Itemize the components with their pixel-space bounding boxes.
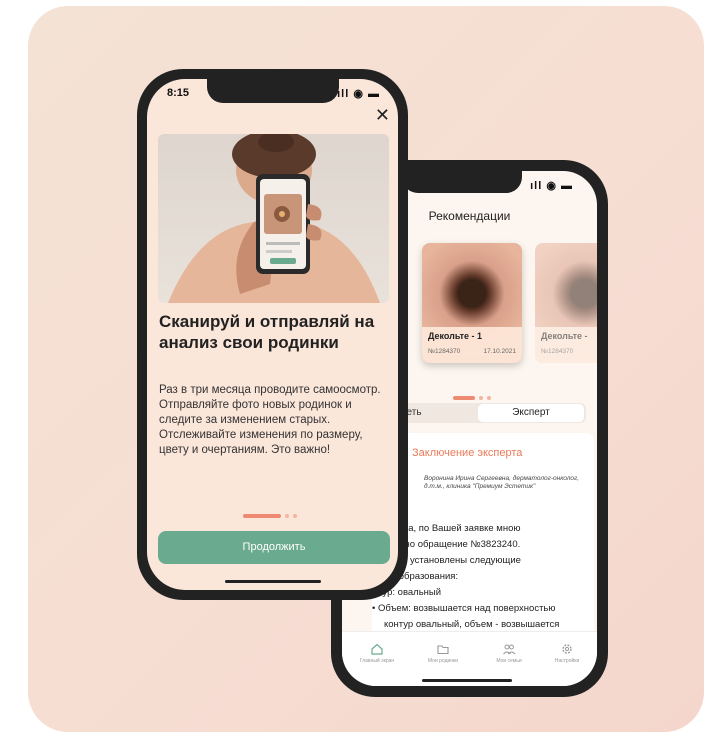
gear-icon — [562, 644, 572, 654]
tab-label: Настройки — [554, 658, 580, 664]
expert-title: Заключение эксперта — [412, 447, 523, 459]
onboarding-description: Раз в три месяца проводите самоосмотр. О… — [159, 384, 381, 456]
status-icons: ıll ◉ ▬ — [337, 88, 380, 100]
notch — [207, 79, 339, 103]
hero-image — [158, 134, 389, 303]
photo-name: Декольте - 1 — [428, 331, 483, 341]
status-icons: ıll ◉ ▬ — [530, 180, 573, 192]
people-icon — [503, 644, 516, 655]
photo-info: Декольте - 1 №1284370 17.10.2021 — [422, 327, 522, 363]
tab-label: Главный экран — [359, 658, 395, 664]
notch — [402, 171, 522, 193]
status-time: 8:15 — [167, 87, 190, 99]
tab-home[interactable]: Главный экран — [352, 642, 402, 664]
page-dot — [293, 513, 297, 518]
tab-bar: Главный экран Мои родинки Мои семьи Наст… — [342, 631, 597, 686]
photo-number: №1284370 — [428, 348, 461, 355]
folder-icon — [437, 645, 449, 655]
expert-signature: Воронина Ирина Сергеевна, дерматолог-онк… — [424, 475, 580, 491]
expert-text-line: контур овальный, объем - возвышается — [384, 619, 560, 630]
page-dot — [285, 513, 289, 518]
photo-info: Декольте - №1284370 17 — [535, 327, 597, 363]
home-indicator — [422, 679, 512, 682]
carousel-dot — [487, 395, 491, 400]
segment-expert[interactable]: Эксперт — [478, 404, 584, 422]
carousel-dot — [479, 395, 483, 400]
tab-label: Мои родинки — [427, 658, 459, 664]
mole-photo-card[interactable]: Декольте - №1284370 17 — [535, 243, 597, 363]
onboarding-headline: Сканируй и отправляй на анализ свои роди… — [159, 312, 375, 352]
photo-date: 17.10.2021 — [483, 348, 516, 355]
onboarding-screen: 8:15 ıll ◉ ▬ ✕ Сканируй и отправляй на а… — [147, 79, 398, 590]
page-dot-active — [243, 513, 281, 518]
continue-button[interactable]: Продолжить — [158, 531, 390, 564]
tab-settings[interactable]: Настройки — [542, 642, 592, 664]
pagination-dots — [243, 507, 297, 525]
person-scanning-illustration — [168, 134, 380, 303]
home-icon — [371, 643, 383, 655]
front-phone: 8:15 ıll ◉ ▬ ✕ Сканируй и отправляй на а… — [137, 69, 408, 600]
carousel-dot-active — [453, 395, 475, 400]
tab-label: Мои семьи — [496, 658, 522, 664]
expert-text-line: • Объем: возвышается над поверхностью — [372, 603, 556, 614]
close-icon[interactable]: ✕ — [375, 105, 390, 126]
tab-my-moles[interactable]: Мои родинки — [418, 642, 468, 664]
photo-number: №1284370 — [541, 348, 574, 355]
mole-photo-card[interactable]: Декольте - 1 №1284370 17.10.2021 — [422, 243, 522, 363]
home-indicator — [225, 580, 321, 583]
photo-name: Декольте - — [541, 331, 588, 341]
tab-family[interactable]: Мои семьи — [484, 642, 534, 664]
